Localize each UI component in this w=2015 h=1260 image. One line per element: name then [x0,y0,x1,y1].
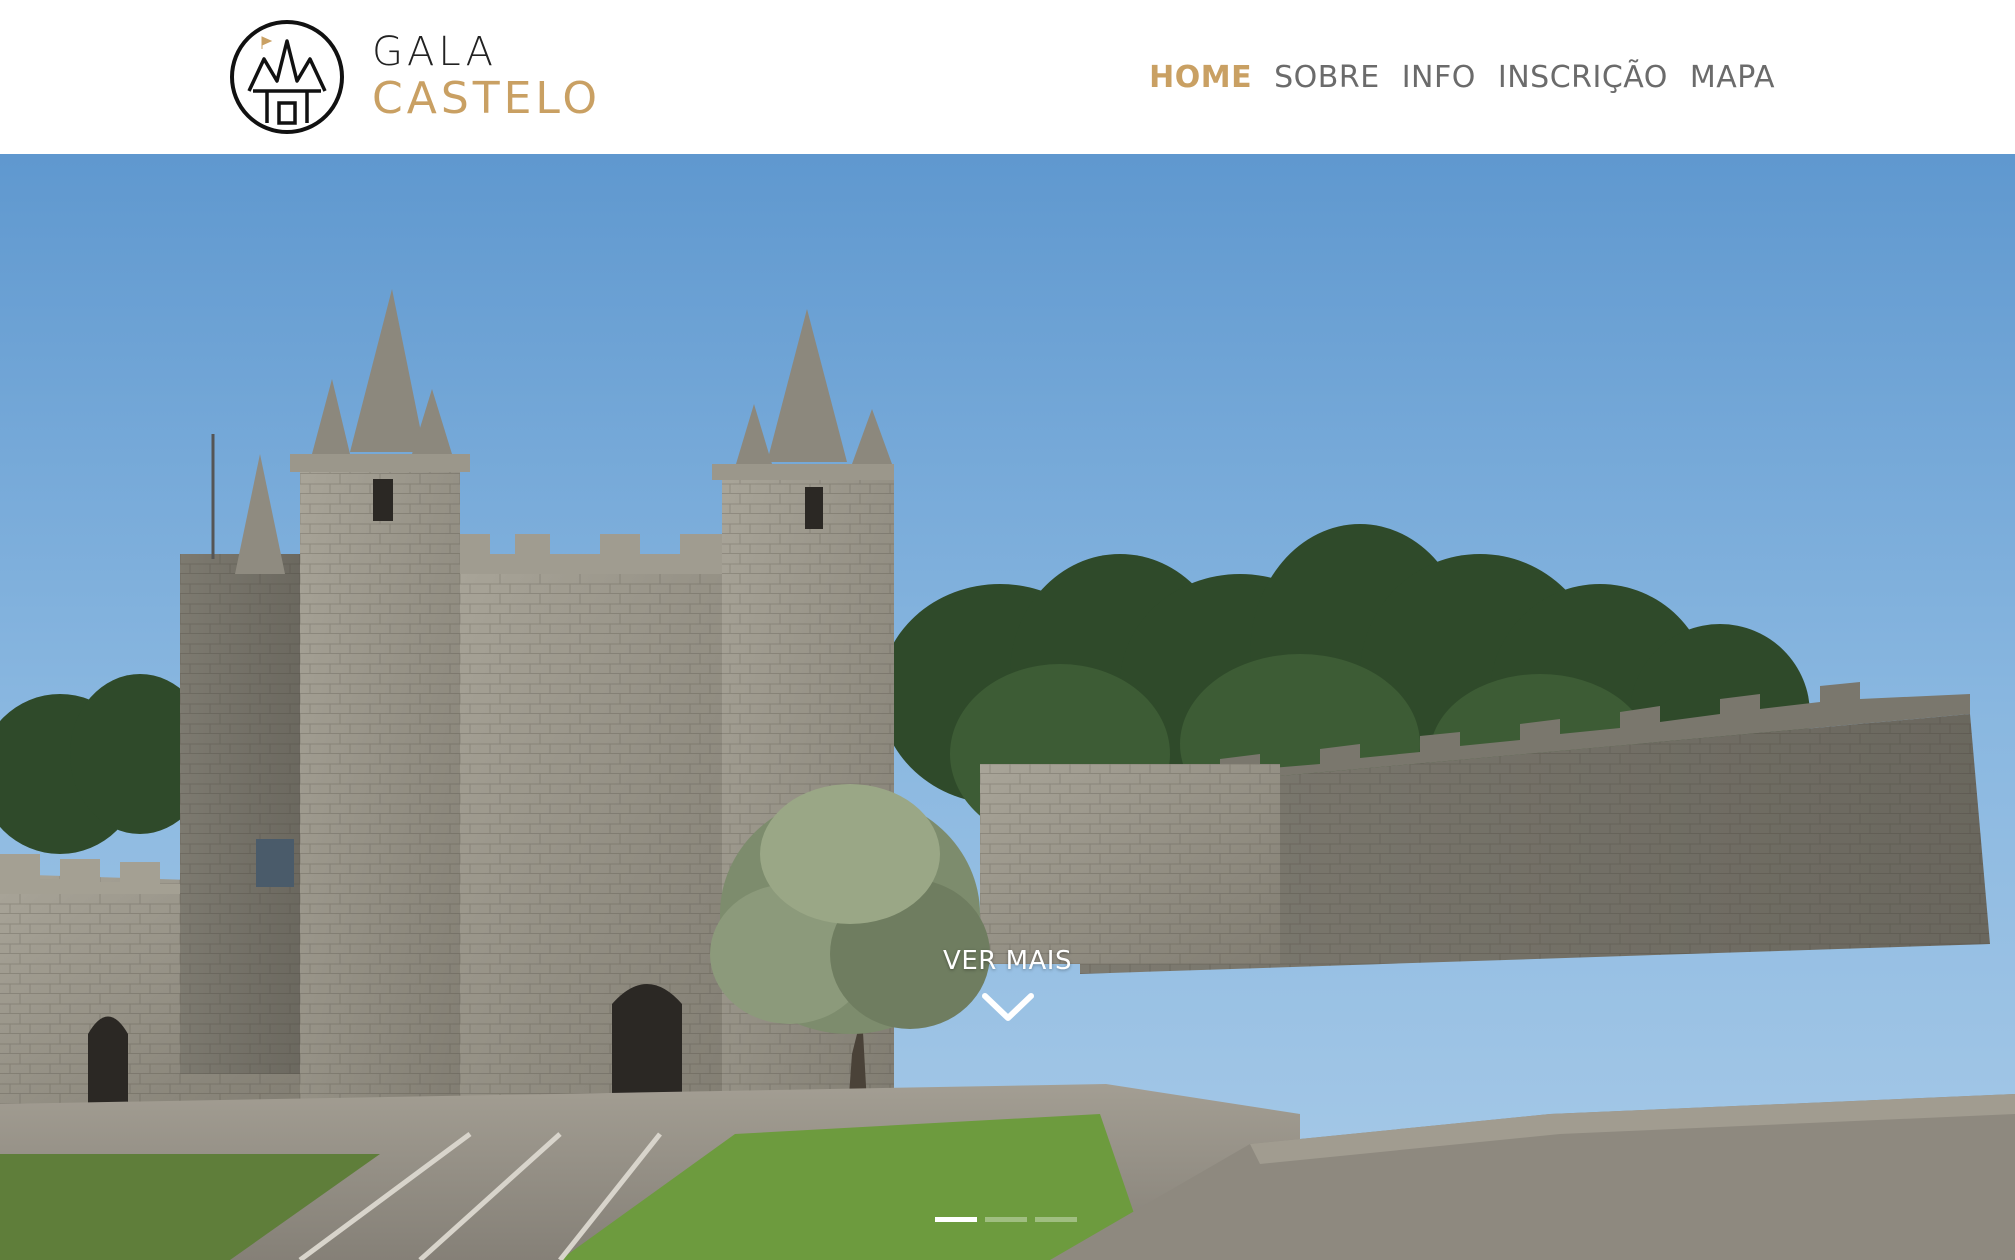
nav-sobre[interactable]: SOBRE [1274,60,1380,95]
slider-indicators [935,1217,1077,1222]
nav-home[interactable]: HOME [1149,60,1252,95]
main-nav: HOME SOBRE INFO INSCRIÇÃO MAPA [1149,52,1775,102]
ver-mais-label: VER MAIS [943,946,1072,976]
brand-wordmark: GALA CASTELO [372,30,601,124]
castle-photo [0,154,2015,1260]
site-header: GALA CASTELO HOME SOBRE INFO INSCRIÇÃO M… [0,0,2015,154]
brand-line1: GALA [372,29,497,75]
slide-indicator-2[interactable] [985,1217,1027,1222]
brand-line2: CASTELO [372,73,602,124]
chevron-down-icon [981,993,1034,1021]
castle-logo-icon [230,20,344,134]
nav-info[interactable]: INFO [1402,60,1476,95]
nav-mapa[interactable]: MAPA [1690,60,1775,95]
nav-inscricao[interactable]: INSCRIÇÃO [1498,60,1668,95]
slide-indicator-1[interactable] [935,1217,977,1222]
hero-slider: VER MAIS [0,154,2015,1260]
ver-mais-button[interactable]: VER MAIS [0,946,2015,1024]
slide-indicator-3[interactable] [1035,1217,1077,1222]
brand-logo-link[interactable]: GALA CASTELO [229,19,601,135]
page: GALA CASTELO HOME SOBRE INFO INSCRIÇÃO M… [0,0,2015,1260]
